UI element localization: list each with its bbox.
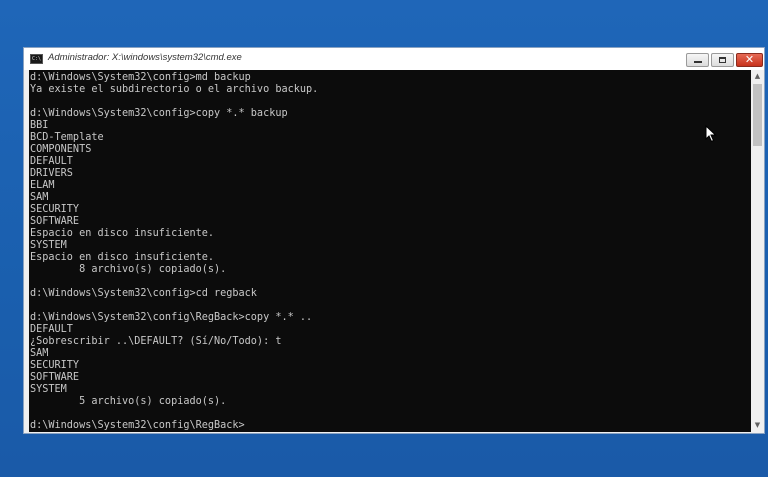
console-output[interactable]: d:\Windows\System32\config>md backup Ya e… bbox=[29, 70, 751, 432]
console-line: BCD-Template bbox=[30, 132, 104, 143]
console-line: SECURITY bbox=[30, 360, 80, 371]
console-line: ELAM bbox=[30, 180, 55, 191]
console-line: SAM bbox=[30, 348, 49, 359]
console-line: SYSTEM bbox=[30, 384, 67, 395]
console-line: Espacio en disco insuficiente. bbox=[30, 252, 215, 263]
vertical-scrollbar[interactable]: ▲ ▼ bbox=[751, 70, 764, 432]
cmd-icon[interactable] bbox=[30, 54, 43, 64]
console-line: 5 archivo(s) copiado(s). bbox=[30, 396, 227, 407]
cmd-window[interactable]: Administrador: X:\windows\system32\cmd.e… bbox=[23, 47, 765, 434]
console-line: SECURITY bbox=[30, 204, 80, 215]
close-button[interactable]: ✕ bbox=[736, 53, 763, 67]
console-line: BBI bbox=[30, 120, 49, 131]
console-line: DEFAULT bbox=[30, 324, 73, 335]
console-line: SYSTEM bbox=[30, 240, 67, 251]
maximize-button[interactable] bbox=[711, 53, 734, 67]
console-line: 8 archivo(s) copiado(s). bbox=[30, 264, 227, 275]
minimize-button[interactable] bbox=[686, 53, 709, 67]
console-line: Ya existe el subdirectorio o el archivo … bbox=[30, 84, 319, 95]
console-line: DEFAULT bbox=[30, 156, 73, 167]
window-title: Administrador: X:\windows\system32\cmd.e… bbox=[48, 52, 242, 63]
mouse-pointer-icon bbox=[705, 125, 717, 143]
console-line: d:\Windows\System32\config>cd regback bbox=[30, 288, 257, 299]
console-line: ¿Sobrescribir ..\DEFAULT? (Sí/No/Todo): … bbox=[30, 336, 282, 347]
maximize-icon bbox=[719, 57, 726, 63]
console-line: SAM bbox=[30, 192, 49, 203]
scroll-down-arrow-icon[interactable]: ▼ bbox=[751, 419, 764, 432]
desktop-background: Administrador: X:\windows\system32\cmd.e… bbox=[0, 0, 768, 477]
console-line: COMPONENTS bbox=[30, 144, 92, 155]
console-line: SOFTWARE bbox=[30, 216, 80, 227]
console-line: d:\Windows\System32\config\RegBack> bbox=[30, 420, 245, 431]
console-line: d:\Windows\System32\config\RegBack>copy … bbox=[30, 312, 313, 323]
scroll-up-arrow-icon[interactable]: ▲ bbox=[751, 70, 764, 83]
minimize-icon bbox=[694, 61, 702, 63]
console-line: Espacio en disco insuficiente. bbox=[30, 228, 215, 239]
console-line: SOFTWARE bbox=[30, 372, 80, 383]
scrollbar-thumb[interactable] bbox=[753, 84, 762, 146]
console-line: d:\Windows\System32\config>md backup bbox=[30, 72, 251, 83]
close-icon: ✕ bbox=[744, 53, 755, 66]
title-bar[interactable]: Administrador: X:\windows\system32\cmd.e… bbox=[24, 48, 764, 70]
console-line: d:\Windows\System32\config>copy *.* back… bbox=[30, 108, 288, 119]
console-line: DRIVERS bbox=[30, 168, 73, 179]
